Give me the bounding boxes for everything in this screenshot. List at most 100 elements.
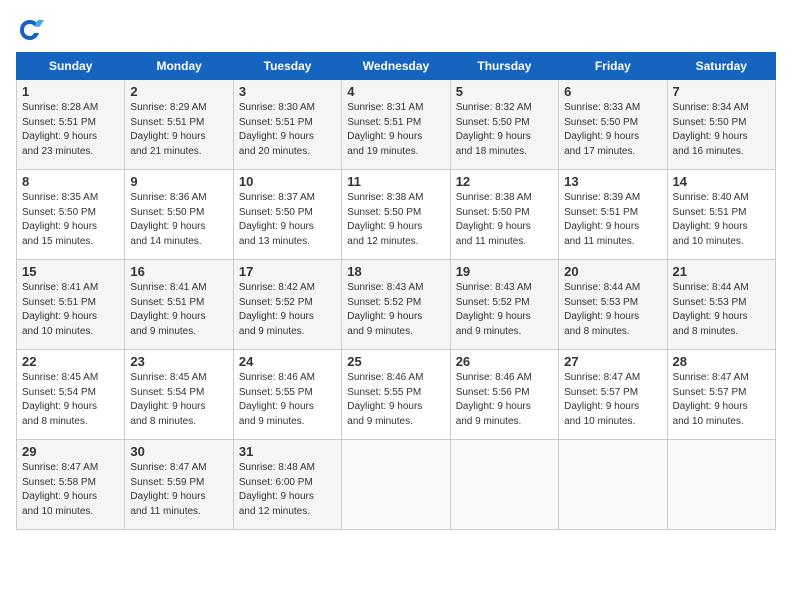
calendar-day-7: 7Sunrise: 8:34 AM Sunset: 5:50 PM Daylig…: [667, 80, 775, 170]
day-info: Sunrise: 8:41 AM Sunset: 5:51 PM Dayligh…: [22, 281, 119, 339]
day-number: 18: [347, 264, 444, 279]
day-number: 5: [456, 84, 553, 99]
day-number: 15: [22, 264, 119, 279]
day-number: 16: [130, 264, 227, 279]
day-info: Sunrise: 8:47 AM Sunset: 5:58 PM Dayligh…: [22, 461, 119, 519]
day-number: 23: [130, 354, 227, 369]
day-number: 22: [22, 354, 119, 369]
calendar-day-14: 14 Sunrise: 8:40 AM Sunset: 5:51 PM Dayli…: [667, 170, 775, 260]
calendar-week-4: 22 Sunrise: 8:45 AM Sunset: 5:54 PM Dayli…: [17, 350, 776, 440]
calendar-day-18: 18 Sunrise: 8:43 AM Sunset: 5:52 PM Dayli…: [342, 260, 450, 350]
day-info: Sunrise: 8:42 AM Sunset: 5:52 PM Dayligh…: [239, 281, 336, 339]
day-number: 12: [456, 174, 553, 189]
calendar-week-2: 8 Sunrise: 8:35 AM Sunset: 5:50 PM Daylig…: [17, 170, 776, 260]
day-number: 7: [673, 84, 770, 99]
weekday-header-row: SundayMondayTuesdayWednesdayThursdayFrid…: [17, 53, 776, 80]
weekday-header-wednesday: Wednesday: [342, 53, 450, 80]
calendar-day-17: 17 Sunrise: 8:42 AM Sunset: 5:52 PM Dayli…: [233, 260, 341, 350]
calendar-day-6: 6 Sunrise: 8:33 AM Sunset: 5:50 PM Daylig…: [559, 80, 667, 170]
logo: [16, 16, 48, 44]
calendar-day-1: 1 Sunrise: 8:28 AM Sunset: 5:51 PM Daylig…: [17, 80, 125, 170]
day-number: 9: [130, 174, 227, 189]
day-number: 11: [347, 174, 444, 189]
day-info: Sunrise: 8:30 AM Sunset: 5:51 PM Dayligh…: [239, 101, 336, 159]
day-info: Sunrise: 8:44 AM Sunset: 5:53 PM Dayligh…: [673, 281, 770, 339]
day-number: 30: [130, 444, 227, 459]
day-info: Sunrise: 8:31 AM Sunset: 5:51 PM Dayligh…: [347, 101, 444, 159]
day-number: 26: [456, 354, 553, 369]
day-info: Sunrise: 8:47 AM Sunset: 5:59 PM Dayligh…: [130, 461, 227, 519]
day-info: Sunrise: 8:46 AM Sunset: 5:56 PM Dayligh…: [456, 371, 553, 429]
calendar-day-13: 13Sunrise: 8:39 AM Sunset: 5:51 PM Dayli…: [559, 170, 667, 260]
empty-cell: [559, 440, 667, 530]
day-number: 29: [22, 444, 119, 459]
calendar-day-22: 22 Sunrise: 8:45 AM Sunset: 5:54 PM Dayli…: [17, 350, 125, 440]
day-number: 20: [564, 264, 661, 279]
day-info: Sunrise: 8:38 AM Sunset: 5:50 PM Dayligh…: [347, 191, 444, 249]
day-number: 4: [347, 84, 444, 99]
day-number: 8: [22, 174, 119, 189]
weekday-header-monday: Monday: [125, 53, 233, 80]
day-number: 2: [130, 84, 227, 99]
day-number: 21: [673, 264, 770, 279]
calendar-day-16: 16 Sunrise: 8:41 AM Sunset: 5:51 PM Dayli…: [125, 260, 233, 350]
empty-cell: [450, 440, 558, 530]
calendar-day-19: 19 Sunrise: 8:43 AM Sunset: 5:52 PM Dayli…: [450, 260, 558, 350]
day-info: Sunrise: 8:41 AM Sunset: 5:51 PM Dayligh…: [130, 281, 227, 339]
calendar-week-3: 15 Sunrise: 8:41 AM Sunset: 5:51 PM Dayli…: [17, 260, 776, 350]
day-info: Sunrise: 8:37 AM Sunset: 5:50 PM Dayligh…: [239, 191, 336, 249]
day-info: Sunrise: 8:43 AM Sunset: 5:52 PM Dayligh…: [456, 281, 553, 339]
day-info: Sunrise: 8:35 AM Sunset: 5:50 PM Dayligh…: [22, 191, 119, 249]
empty-cell: [667, 440, 775, 530]
day-number: 10: [239, 174, 336, 189]
day-info: Sunrise: 8:33 AM Sunset: 5:50 PM Dayligh…: [564, 101, 661, 159]
day-info: Sunrise: 8:43 AM Sunset: 5:52 PM Dayligh…: [347, 281, 444, 339]
calendar-day-10: 10 Sunrise: 8:37 AM Sunset: 5:50 PM Dayli…: [233, 170, 341, 260]
day-info: Sunrise: 8:47 AM Sunset: 5:57 PM Dayligh…: [673, 371, 770, 429]
day-number: 27: [564, 354, 661, 369]
calendar-day-29: 29 Sunrise: 8:47 AM Sunset: 5:58 PM Dayli…: [17, 440, 125, 530]
calendar-day-12: 12Sunrise: 8:38 AM Sunset: 5:50 PM Dayli…: [450, 170, 558, 260]
weekday-header-sunday: Sunday: [17, 53, 125, 80]
page-header: [16, 16, 776, 44]
weekday-header-tuesday: Tuesday: [233, 53, 341, 80]
day-info: Sunrise: 8:46 AM Sunset: 5:55 PM Dayligh…: [239, 371, 336, 429]
day-info: Sunrise: 8:29 AM Sunset: 5:51 PM Dayligh…: [130, 101, 227, 159]
calendar-day-3: 3 Sunrise: 8:30 AM Sunset: 5:51 PM Daylig…: [233, 80, 341, 170]
day-info: Sunrise: 8:45 AM Sunset: 5:54 PM Dayligh…: [22, 371, 119, 429]
day-info: Sunrise: 8:48 AM Sunset: 6:00 PM Dayligh…: [239, 461, 336, 519]
day-number: 28: [673, 354, 770, 369]
day-number: 17: [239, 264, 336, 279]
calendar-day-27: 27 Sunrise: 8:47 AM Sunset: 5:57 PM Dayli…: [559, 350, 667, 440]
day-number: 14: [673, 174, 770, 189]
calendar-week-1: 1 Sunrise: 8:28 AM Sunset: 5:51 PM Daylig…: [17, 80, 776, 170]
day-info: Sunrise: 8:39 AM Sunset: 5:51 PM Dayligh…: [564, 191, 661, 249]
calendar-day-15: 15 Sunrise: 8:41 AM Sunset: 5:51 PM Dayli…: [17, 260, 125, 350]
day-number: 24: [239, 354, 336, 369]
calendar-day-24: 24 Sunrise: 8:46 AM Sunset: 5:55 PM Dayli…: [233, 350, 341, 440]
calendar-day-20: 20Sunrise: 8:44 AM Sunset: 5:53 PM Dayli…: [559, 260, 667, 350]
day-info: Sunrise: 8:45 AM Sunset: 5:54 PM Dayligh…: [130, 371, 227, 429]
day-number: 3: [239, 84, 336, 99]
day-info: Sunrise: 8:40 AM Sunset: 5:51 PM Dayligh…: [673, 191, 770, 249]
logo-icon: [16, 16, 44, 44]
day-info: Sunrise: 8:36 AM Sunset: 5:50 PM Dayligh…: [130, 191, 227, 249]
day-number: 31: [239, 444, 336, 459]
empty-cell: [342, 440, 450, 530]
day-number: 19: [456, 264, 553, 279]
calendar-day-2: 2 Sunrise: 8:29 AM Sunset: 5:51 PM Daylig…: [125, 80, 233, 170]
day-info: Sunrise: 8:47 AM Sunset: 5:57 PM Dayligh…: [564, 371, 661, 429]
calendar-day-4: 4 Sunrise: 8:31 AM Sunset: 5:51 PM Daylig…: [342, 80, 450, 170]
calendar-day-9: 9 Sunrise: 8:36 AM Sunset: 5:50 PM Daylig…: [125, 170, 233, 260]
day-info: Sunrise: 8:28 AM Sunset: 5:51 PM Dayligh…: [22, 101, 119, 159]
day-number: 6: [564, 84, 661, 99]
weekday-header-thursday: Thursday: [450, 53, 558, 80]
weekday-header-friday: Friday: [559, 53, 667, 80]
calendar-day-25: 25Sunrise: 8:46 AM Sunset: 5:55 PM Dayli…: [342, 350, 450, 440]
day-number: 1: [22, 84, 119, 99]
calendar-day-28: 28 Sunrise: 8:47 AM Sunset: 5:57 PM Dayli…: [667, 350, 775, 440]
calendar-day-26: 26 Sunrise: 8:46 AM Sunset: 5:56 PM Dayli…: [450, 350, 558, 440]
day-number: 25: [347, 354, 444, 369]
day-info: Sunrise: 8:32 AM Sunset: 5:50 PM Dayligh…: [456, 101, 553, 159]
calendar-day-21: 21 Sunrise: 8:44 AM Sunset: 5:53 PM Dayli…: [667, 260, 775, 350]
